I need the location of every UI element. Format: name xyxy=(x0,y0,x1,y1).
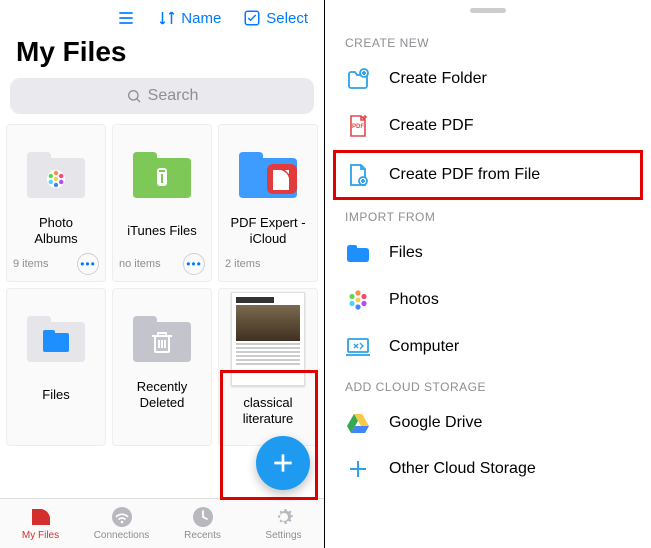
plus-icon xyxy=(270,450,296,476)
menu-label: Photos xyxy=(389,291,439,309)
document-thumbnail xyxy=(231,303,305,375)
photos-app-icon xyxy=(345,288,371,312)
section-header-create: CREATE NEW xyxy=(325,26,651,56)
menu-label: Other Cloud Storage xyxy=(389,460,536,478)
document-icon xyxy=(29,506,53,528)
tab-bar: My Files Connections Recents Settings xyxy=(0,498,324,548)
top-toolbar: Name Select xyxy=(0,0,324,34)
cell-label: iTunes Files xyxy=(123,213,201,249)
computer-icon xyxy=(345,336,371,358)
tab-label: Connections xyxy=(94,530,150,541)
select-button[interactable]: Select xyxy=(243,9,308,27)
folder-icon xyxy=(25,303,87,375)
page-title: My Files xyxy=(0,34,324,78)
tab-my-files[interactable]: My Files xyxy=(0,499,81,548)
tab-label: Settings xyxy=(265,530,301,541)
drag-handle[interactable] xyxy=(470,8,506,13)
add-button[interactable] xyxy=(256,436,310,490)
folder-photo-albums[interactable]: Photo Albums 9 items ••• xyxy=(6,124,106,282)
search-placeholder: Search xyxy=(148,87,199,105)
folder-icon xyxy=(131,303,193,375)
folder-icon xyxy=(131,139,193,211)
menu-label: Create PDF xyxy=(389,117,473,135)
svg-text:PDF: PDF xyxy=(352,124,364,130)
menu-import-files[interactable]: Files xyxy=(325,230,651,276)
more-button[interactable]: ••• xyxy=(77,253,99,275)
menu-create-pdf[interactable]: PDF Create PDF xyxy=(325,102,651,150)
folder-itunes-files[interactable]: iTunes Files no items ••• xyxy=(112,124,212,282)
view-toggle[interactable] xyxy=(116,8,136,28)
item-count: 2 items xyxy=(225,258,260,270)
plus-icon xyxy=(345,458,371,480)
check-square-icon xyxy=(243,9,261,27)
cell-label: Recently Deleted xyxy=(133,377,192,413)
search-icon xyxy=(126,88,142,104)
cell-label: Photo Albums xyxy=(30,213,81,249)
clock-icon xyxy=(191,506,215,528)
menu-label: Create Folder xyxy=(389,70,487,88)
folder-icon xyxy=(25,139,87,211)
action-sheet: CREATE NEW Create Folder PDF Create PDF … xyxy=(325,0,651,548)
menu-label: Files xyxy=(389,244,423,262)
menu-label: Create PDF from File xyxy=(389,166,540,184)
menu-import-computer[interactable]: Computer xyxy=(325,324,651,370)
more-button[interactable]: ••• xyxy=(183,253,205,275)
folder-icon xyxy=(237,139,299,211)
cell-label: Files xyxy=(38,377,73,413)
item-count: no items xyxy=(119,258,161,270)
tab-settings[interactable]: Settings xyxy=(243,499,324,548)
file-plus-icon xyxy=(345,163,371,187)
file-browser-pane: Name Select My Files Search Photo Albums… xyxy=(0,0,325,548)
pdf-icon: PDF xyxy=(345,114,371,138)
section-header-import: IMPORT FROM xyxy=(325,200,651,230)
menu-google-drive[interactable]: Google Drive xyxy=(325,400,651,446)
menu-create-folder[interactable]: Create Folder xyxy=(325,56,651,102)
tab-label: My Files xyxy=(22,530,59,541)
list-icon xyxy=(116,8,136,28)
item-count: 9 items xyxy=(13,258,48,270)
folder-plus-icon xyxy=(345,68,371,90)
cell-label: classical literature xyxy=(239,377,298,445)
section-header-cloud: ADD CLOUD STORAGE xyxy=(325,370,651,400)
tab-label: Recents xyxy=(184,530,221,541)
folder-recently-deleted[interactable]: Recently Deleted ••• xyxy=(112,288,212,446)
sort-label: Name xyxy=(181,10,221,27)
folder-files[interactable]: Files ••• xyxy=(6,288,106,446)
sort-icon xyxy=(158,9,176,27)
cell-label: PDF Expert - iCloud xyxy=(226,213,309,249)
menu-label: Computer xyxy=(389,338,459,356)
files-app-icon xyxy=(345,242,371,264)
menu-label: Google Drive xyxy=(389,414,482,432)
tab-recents[interactable]: Recents xyxy=(162,499,243,548)
wifi-icon xyxy=(110,506,134,528)
search-input[interactable]: Search xyxy=(10,78,314,114)
document-classical-literature[interactable]: classical literature xyxy=(218,288,318,446)
tab-connections[interactable]: Connections xyxy=(81,499,162,548)
menu-create-pdf-from-file[interactable]: Create PDF from File xyxy=(333,150,643,200)
menu-import-photos[interactable]: Photos xyxy=(325,276,651,324)
menu-other-cloud[interactable]: Other Cloud Storage xyxy=(325,446,651,492)
sort-button[interactable]: Name xyxy=(158,9,221,27)
gear-icon xyxy=(272,506,296,528)
folder-pdf-expert-icloud[interactable]: PDF Expert - iCloud 2 items ••• xyxy=(218,124,318,282)
google-drive-icon xyxy=(345,412,371,434)
select-label: Select xyxy=(266,10,308,27)
